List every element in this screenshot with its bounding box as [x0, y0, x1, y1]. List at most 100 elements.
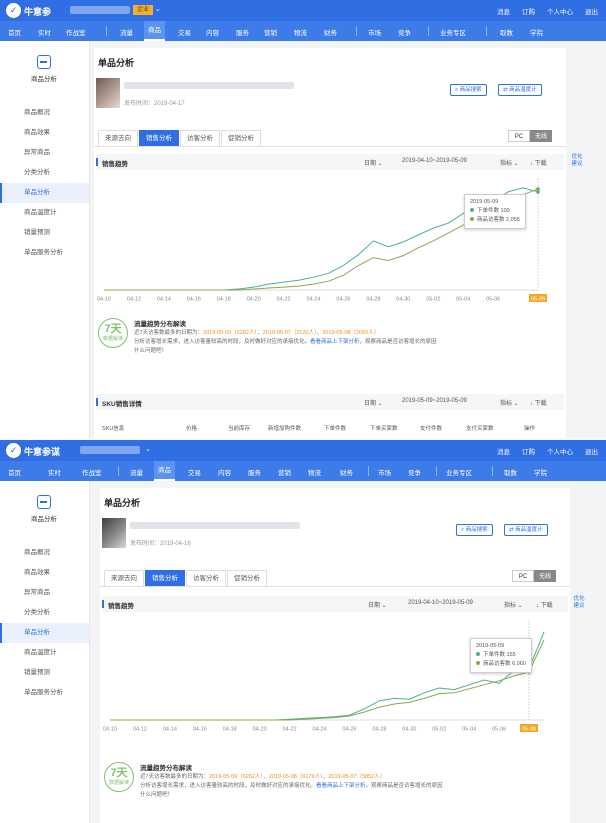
metric-selector[interactable]: 指标 ⌄: [500, 158, 519, 167]
col-cart[interactable]: 新增加购件数: [268, 424, 301, 432]
sidebar-item-service[interactable]: 单品服务分析: [0, 243, 89, 263]
nav-content-2[interactable]: 内容: [218, 467, 231, 477]
product-thermometer-button[interactable]: ⇄ 商品温度计: [498, 84, 542, 96]
nav-competition-2[interactable]: 竞争: [408, 467, 421, 477]
optimize-suggestion-link[interactable]: 优化建议: [570, 154, 584, 168]
nav-academy-2[interactable]: 学院: [534, 467, 547, 477]
col-order-qty[interactable]: 下单件数: [324, 424, 346, 432]
tab-source[interactable]: 来源去向: [98, 130, 138, 146]
product-search-button-2[interactable]: ⌕ 商品搜索: [456, 524, 493, 536]
product-search-button[interactable]: ⌕ 商品搜索: [450, 84, 487, 96]
messages-link[interactable]: 消息: [497, 6, 510, 16]
nav-marketing-2[interactable]: 营销: [278, 467, 291, 477]
tab-visitor[interactable]: 访客分析: [180, 130, 220, 146]
nav-data-fetch-2[interactable]: 取数: [504, 467, 517, 477]
nav-home[interactable]: 首页: [8, 27, 21, 37]
sidebar-item-forecast[interactable]: 销量预测: [0, 223, 89, 243]
chevron-down-icon-2[interactable]: ⌄: [145, 445, 151, 453]
product-thumbnail[interactable]: [96, 78, 120, 108]
nav-realtime[interactable]: 实时: [38, 27, 51, 37]
listing-analysis-link[interactable]: 看看商品上下架分析: [310, 339, 360, 345]
col-pay-buyers[interactable]: 支付买家数: [466, 424, 494, 432]
sku-metric-selector[interactable]: 指标 ⌄: [500, 398, 519, 407]
col-pay-qty[interactable]: 支付件数: [420, 424, 442, 432]
profile-link-2[interactable]: 个人中心: [547, 446, 573, 456]
series-point-2[interactable]: [536, 187, 540, 191]
nav-traffic[interactable]: 流量: [120, 27, 133, 37]
toggle-wireless-2[interactable]: 无线: [534, 570, 556, 582]
sidebar-item-overview-2[interactable]: 商品概况: [0, 543, 89, 563]
col-price[interactable]: 价格: [186, 424, 197, 432]
nav-finance[interactable]: 财务: [324, 27, 337, 37]
nav-finance-2[interactable]: 财务: [340, 467, 353, 477]
sidebar-item-service-2[interactable]: 单品服务分析: [0, 683, 89, 703]
nav-product-2[interactable]: 商品: [154, 461, 175, 481]
nav-content[interactable]: 内容: [206, 27, 219, 37]
chevron-down-icon[interactable]: ⌄: [155, 5, 161, 13]
nav-realtime-2[interactable]: 实时: [48, 467, 61, 477]
nav-service[interactable]: 服务: [236, 27, 249, 37]
tab-sales[interactable]: 销售分析: [139, 130, 179, 146]
sidebar-item-abnormal[interactable]: 异常商品: [0, 143, 89, 163]
sku-download-button[interactable]: ↓ 下载: [530, 398, 547, 407]
optimize-suggestion-link-2[interactable]: 优化建议: [572, 596, 586, 610]
tab-sales-2[interactable]: 销售分析: [145, 570, 185, 586]
nav-home-2[interactable]: 首页: [8, 467, 21, 477]
logout-link-2[interactable]: 退出: [585, 446, 598, 456]
nav-service-2[interactable]: 服务: [248, 467, 261, 477]
tab-visitor-2[interactable]: 访客分析: [186, 570, 226, 586]
sidebar-item-category[interactable]: 分类分析: [0, 163, 89, 183]
sidebar-item-category-2[interactable]: 分类分析: [0, 603, 89, 623]
toggle-pc-2[interactable]: PC: [512, 570, 534, 582]
nav-competition[interactable]: 竞争: [398, 27, 411, 37]
logo-icon-2[interactable]: ✓: [6, 443, 21, 458]
nav-academy[interactable]: 学院: [530, 27, 543, 37]
sidebar-item-overview[interactable]: 商品概况: [0, 103, 89, 123]
date-selector-2[interactable]: 日期 ⌄: [368, 600, 387, 609]
logo-icon[interactable]: ✓: [6, 3, 21, 18]
sidebar-item-effect[interactable]: 商品效果: [0, 123, 89, 143]
download-button[interactable]: ↓ 下载: [530, 158, 547, 167]
nav-war-room-2[interactable]: 作战室: [82, 467, 102, 477]
date-selector[interactable]: 日期 ⌄: [364, 158, 383, 167]
subscribe-link[interactable]: 订购: [522, 6, 535, 16]
nav-business-zone-2[interactable]: 业务专区: [446, 467, 472, 477]
nav-market[interactable]: 市场: [368, 27, 381, 37]
metric-selector-2[interactable]: 指标 ⌄: [504, 600, 523, 609]
nav-marketing[interactable]: 营销: [264, 27, 277, 37]
nav-logistics[interactable]: 物流: [294, 27, 307, 37]
profile-link[interactable]: 个人中心: [547, 6, 573, 16]
tab-promotion-2[interactable]: 促销分析: [227, 570, 267, 586]
sidebar-item-single-product-2[interactable]: 单品分析: [0, 623, 89, 643]
listing-analysis-link-2[interactable]: 看看商品上下架分析: [316, 783, 366, 789]
nav-trade[interactable]: 交易: [178, 27, 191, 37]
nav-war-room[interactable]: 作战室: [66, 27, 86, 37]
download-button-2[interactable]: ↓ 下载: [536, 600, 553, 609]
col-order-buyers[interactable]: 下单买家数: [370, 424, 398, 432]
sidebar-item-thermometer-2[interactable]: 商品温度计: [0, 643, 89, 663]
nav-data-fetch[interactable]: 取数: [500, 27, 513, 37]
messages-link-2[interactable]: 消息: [497, 446, 510, 456]
tab-source-2[interactable]: 来源去向: [104, 570, 144, 586]
nav-product[interactable]: 商品: [144, 21, 165, 41]
nav-traffic-2[interactable]: 流量: [130, 467, 143, 477]
col-stock[interactable]: 当前库存: [228, 424, 250, 432]
product-thumbnail-2[interactable]: [102, 518, 126, 548]
nav-logistics-2[interactable]: 物流: [308, 467, 321, 477]
subscribe-link-2[interactable]: 订购: [522, 446, 535, 456]
sidebar-item-effect-2[interactable]: 商品效果: [0, 563, 89, 583]
nav-market-2[interactable]: 市场: [378, 467, 391, 477]
toggle-wireless[interactable]: 无线: [530, 130, 552, 142]
sidebar-item-forecast-2[interactable]: 销量预测: [0, 663, 89, 683]
tab-promotion[interactable]: 促销分析: [221, 130, 261, 146]
nav-trade-2[interactable]: 交易: [188, 467, 201, 477]
sidebar-item-single-product[interactable]: 单品分析: [0, 183, 89, 203]
product-thermometer-button-2[interactable]: ⇄ 商品温度计: [504, 524, 548, 536]
sku-date-selector[interactable]: 日期 ⌄: [364, 398, 383, 407]
sidebar-item-abnormal-2[interactable]: 异常商品: [0, 583, 89, 603]
logout-link[interactable]: 退出: [585, 6, 598, 16]
toggle-pc[interactable]: PC: [508, 130, 530, 142]
nav-business-zone[interactable]: 业务专区: [440, 27, 466, 37]
x-tick-label-2: 04-28: [372, 727, 386, 733]
sidebar-item-thermometer[interactable]: 商品温度计: [0, 203, 89, 223]
